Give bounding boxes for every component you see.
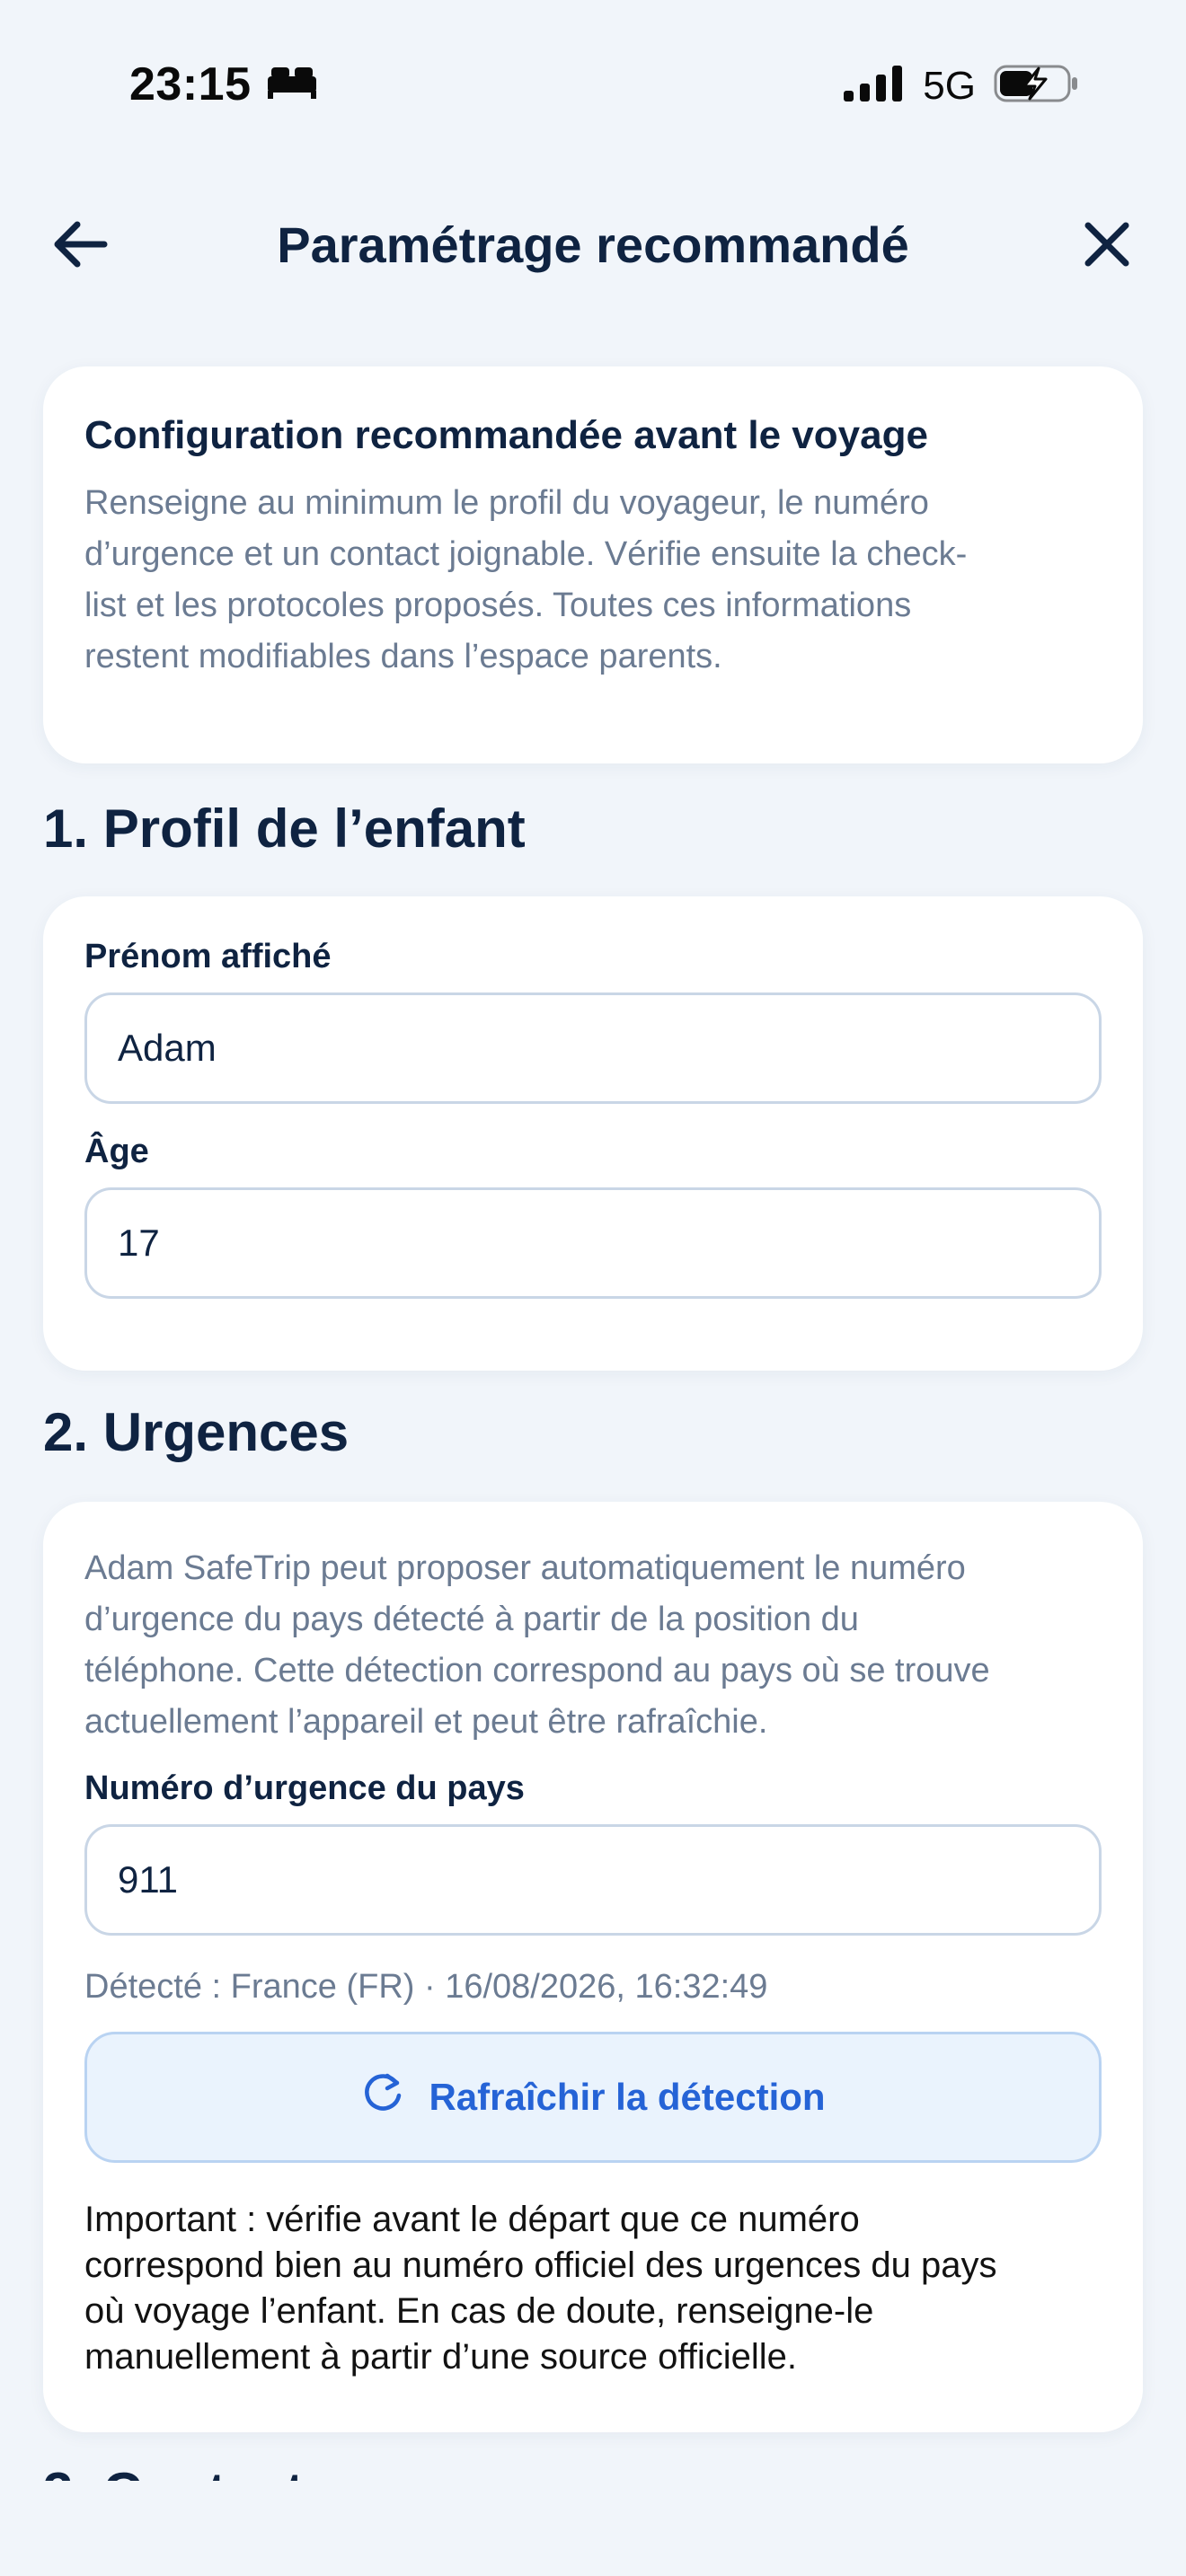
emergency-number-label: Numéro d’urgence du pays — [84, 1769, 525, 1807]
emergency-desc-line: Adam SafeTrip peut proposer automatiquem… — [84, 1549, 966, 1587]
emergency-description: Adam SafeTrip peut proposer automatiquem… — [84, 1543, 1102, 1748]
emergency-number-value: 911 — [118, 1858, 178, 1901]
emergency-desc-line: téléphone. Cette détection correspond au… — [84, 1652, 990, 1689]
nav-header: Paramétrage recommandé — [0, 198, 1186, 296]
intro-card: Configuration recommandée avant le voyag… — [43, 366, 1143, 763]
app-screen: 23:15 5G Paramétrage recommandé Configur… — [0, 0, 1186, 2576]
intro-line: Renseigne au minimum le profil du voyage… — [84, 484, 929, 522]
important-line: correspond bien au numéro officiel des u… — [84, 2245, 997, 2285]
name-input[interactable]: Adam — [84, 992, 1102, 1104]
section-heading-emergency: 2. Urgences — [43, 1402, 350, 1462]
network-type: 5G — [923, 63, 976, 108]
intro-line: restent modifiables dans l’espace parent… — [84, 638, 722, 675]
close-button[interactable] — [1071, 210, 1143, 282]
emergency-number-input[interactable]: 911 — [84, 1824, 1102, 1936]
section-heading-contacts-clipped: 3. Contacts — [43, 2454, 492, 2481]
refresh-detection-label: Rafraîchir la détection — [429, 2076, 826, 2118]
important-line: où voyage l’enfant. En cas de doute, ren… — [84, 2291, 874, 2331]
name-label: Prénom affiché — [84, 938, 332, 975]
profile-card: Prénom affiché Adam Âge 17 — [43, 896, 1143, 1371]
detected-country-text: Détecté : France (FR) · 16/08/2026, 16:3… — [84, 1968, 768, 2006]
bed-icon — [266, 57, 318, 111]
important-line: Important : vérifie avant le départ que … — [84, 2200, 860, 2239]
status-time: 23:15 — [129, 58, 252, 110]
important-line: manuellement à partir d’une source offic… — [84, 2337, 798, 2377]
intro-line: d’urgence et un contact joignable. Vérif… — [84, 535, 968, 573]
intro-line: list et les protocoles proposés. Toutes … — [84, 587, 912, 624]
refresh-detection-button[interactable]: Rafraîchir la détection — [84, 2032, 1102, 2163]
status-time-group: 23:15 — [129, 57, 318, 111]
close-icon — [1083, 220, 1131, 273]
section-heading-profile: 1. Profil de l’enfant — [43, 798, 526, 859]
name-input-value: Adam — [118, 1027, 217, 1069]
intro-title: Configuration recommandée avant le voyag… — [84, 413, 928, 457]
age-input-value: 17 — [118, 1222, 160, 1264]
intro-description: Renseigne au minimum le profil du voyage… — [84, 478, 1102, 683]
age-input[interactable]: 17 — [84, 1187, 1102, 1299]
emergency-card: Adam SafeTrip peut proposer automatiquem… — [43, 1502, 1143, 2432]
emergency-desc-line: d’urgence du pays détecté à partir de la… — [84, 1601, 859, 1638]
status-bar: 23:15 5G — [0, 0, 1186, 171]
signal-icon — [844, 64, 905, 108]
refresh-icon — [360, 2070, 405, 2124]
page-title: Paramétrage recommandé — [277, 216, 909, 273]
section-heading-contacts: 3. Contacts — [43, 2461, 492, 2481]
emergency-desc-line: actuellement l’appareil et peut être raf… — [84, 1703, 768, 1741]
battery-charging-icon — [994, 63, 1080, 109]
age-label: Âge — [84, 1133, 149, 1170]
status-indicators: 5G — [844, 63, 1080, 109]
important-notice: Important : vérifie avant le départ que … — [84, 2197, 1102, 2380]
